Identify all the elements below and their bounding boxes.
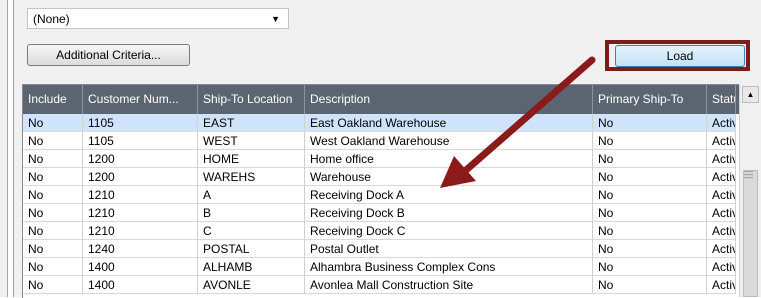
cell-description[interactable]: Receiving Dock C (305, 222, 593, 240)
filter-dropdown[interactable]: (None) ▼ (27, 8, 289, 29)
cell-primary-ship-to[interactable]: No (593, 132, 707, 150)
cell-primary-ship-to[interactable]: No (593, 150, 707, 168)
cell-description[interactable]: Receiving Dock A (305, 186, 593, 204)
cell-ship-to-location[interactable]: WAREHS (198, 168, 305, 186)
cell-ship-to-location[interactable]: WEST (198, 132, 305, 150)
cell-include[interactable]: No (23, 114, 83, 132)
cell-description[interactable]: Home office (305, 150, 593, 168)
cell-ship-to-location[interactable]: C (198, 222, 305, 240)
cell-status[interactable]: Activ (707, 222, 736, 240)
cell-customer-number[interactable]: 1210 (83, 222, 198, 240)
cell-customer-number[interactable]: 1400 (83, 258, 198, 276)
cell-customer-number[interactable]: 1105 (83, 114, 198, 132)
cell-include[interactable]: No (23, 186, 83, 204)
table-row[interactable]: No 1105 EAST East Oakland Warehouse No Activ (23, 114, 736, 132)
cell-description[interactable]: Postal Outlet (305, 240, 593, 258)
cell-status[interactable]: Activ (707, 204, 736, 222)
cell-include[interactable]: No (23, 132, 83, 150)
cell-ship-to-location[interactable]: HOME (198, 150, 305, 168)
cell-customer-number[interactable]: 1200 (83, 168, 198, 186)
column-header-customer-number[interactable]: Customer Num... (83, 85, 198, 114)
cell-status[interactable]: Activ (707, 258, 736, 276)
cell-include[interactable]: No (23, 276, 83, 294)
column-header-primary-ship-to[interactable]: Primary Ship-To (593, 85, 707, 114)
cell-description[interactable]: Receiving Dock B (305, 204, 593, 222)
table-row[interactable]: No 1210 C Receiving Dock C No Activ (23, 222, 736, 240)
column-header-ship-to-location[interactable]: Ship-To Location (198, 85, 305, 114)
cell-description[interactable]: East Oakland Warehouse (305, 114, 593, 132)
cell-status[interactable]: Activ (707, 168, 736, 186)
cell-ship-to-location[interactable]: B (198, 204, 305, 222)
cell-include[interactable]: No (23, 240, 83, 258)
cell-primary-ship-to[interactable]: No (593, 114, 707, 132)
cell-ship-to-location[interactable]: EAST (198, 114, 305, 132)
cell-primary-ship-to[interactable]: No (593, 240, 707, 258)
table-row[interactable]: No 1400 ALHAMB Alhambra Business Complex Co… (23, 258, 736, 276)
additional-criteria-button[interactable]: Additional Criteria... (27, 44, 190, 66)
table-row[interactable]: No 1210 A Receiving Dock A No Activ (23, 186, 736, 204)
left-edge-border (7, 0, 8, 297)
cell-primary-ship-to[interactable]: No (593, 186, 707, 204)
cell-include[interactable]: No (23, 258, 83, 276)
cell-primary-ship-to[interactable]: No (593, 258, 707, 276)
column-header-status[interactable]: Statu (707, 85, 736, 114)
cell-customer-number[interactable]: 1210 (83, 186, 198, 204)
cell-ship-to-location[interactable]: POSTAL (198, 240, 305, 258)
column-header-description[interactable]: Description (305, 85, 593, 114)
cell-ship-to-location[interactable]: A (198, 186, 305, 204)
table-row[interactable]: No 1200 HOME Home office No Activ (23, 150, 736, 168)
table-row[interactable]: No 1105 WEST West Oakland Warehouse No Activ (23, 132, 736, 150)
filter-dropdown-value: (None) (33, 12, 70, 26)
cell-ship-to-location[interactable]: AVONLE (198, 276, 305, 294)
table-row[interactable]: No 1240 POSTAL Postal Outlet No Activ (23, 240, 736, 258)
load-button[interactable]: Load (615, 45, 745, 67)
cell-include[interactable]: No (23, 222, 83, 240)
arrow-up-icon[interactable]: ▲ (742, 86, 759, 103)
cell-description[interactable]: Alhambra Business Complex Cons (305, 258, 593, 276)
cell-customer-number[interactable]: 1240 (83, 240, 198, 258)
cell-include[interactable]: No (23, 204, 83, 222)
grid-header: Include Customer Num... Ship-To Location De… (23, 85, 761, 114)
vertical-scrollbar[interactable]: ▲ ― ― ― (739, 84, 761, 297)
cell-include[interactable]: No (23, 150, 83, 168)
left-edge (0, 0, 7, 297)
cell-primary-ship-to[interactable]: No (593, 204, 707, 222)
cell-status[interactable]: Activ (707, 132, 736, 150)
cell-customer-number[interactable]: 1400 (83, 276, 198, 294)
cell-description[interactable]: Warehouse (305, 168, 593, 186)
cell-primary-ship-to[interactable]: No (593, 168, 707, 186)
cell-description[interactable]: West Oakland Warehouse (305, 132, 593, 150)
cell-customer-number[interactable]: 1105 (83, 132, 198, 150)
cell-customer-number[interactable]: 1210 (83, 204, 198, 222)
cell-primary-ship-to[interactable]: No (593, 276, 707, 294)
cell-ship-to-location[interactable]: ALHAMB (198, 258, 305, 276)
table-row[interactable]: No 1400 AVONLE Avonlea Mall Construction Si… (23, 276, 736, 294)
cell-primary-ship-to[interactable]: No (593, 222, 707, 240)
grip-icon: ― ― ― (744, 166, 753, 182)
cell-status[interactable]: Activ (707, 114, 736, 132)
cell-include[interactable]: No (23, 168, 83, 186)
table-row[interactable]: No 1200 WAREHS Warehouse No Activ (23, 168, 736, 186)
column-header-include[interactable]: Include (23, 85, 83, 114)
cell-status[interactable]: Activ (707, 276, 736, 294)
cell-status[interactable]: Activ (707, 150, 736, 168)
table-row[interactable]: No 1210 B Receiving Dock B No Activ (23, 204, 736, 222)
cell-customer-number[interactable]: 1200 (83, 150, 198, 168)
cell-description[interactable]: Avonlea Mall Construction Site (305, 276, 593, 294)
scroll-thumb[interactable] (743, 170, 758, 297)
ship-to-grid[interactable]: Include Customer Num... Ship-To Location De… (22, 84, 761, 298)
cell-status[interactable]: Activ (707, 186, 736, 204)
chevron-down-icon[interactable]: ▼ (271, 14, 280, 24)
cell-status[interactable]: Activ (707, 240, 736, 258)
